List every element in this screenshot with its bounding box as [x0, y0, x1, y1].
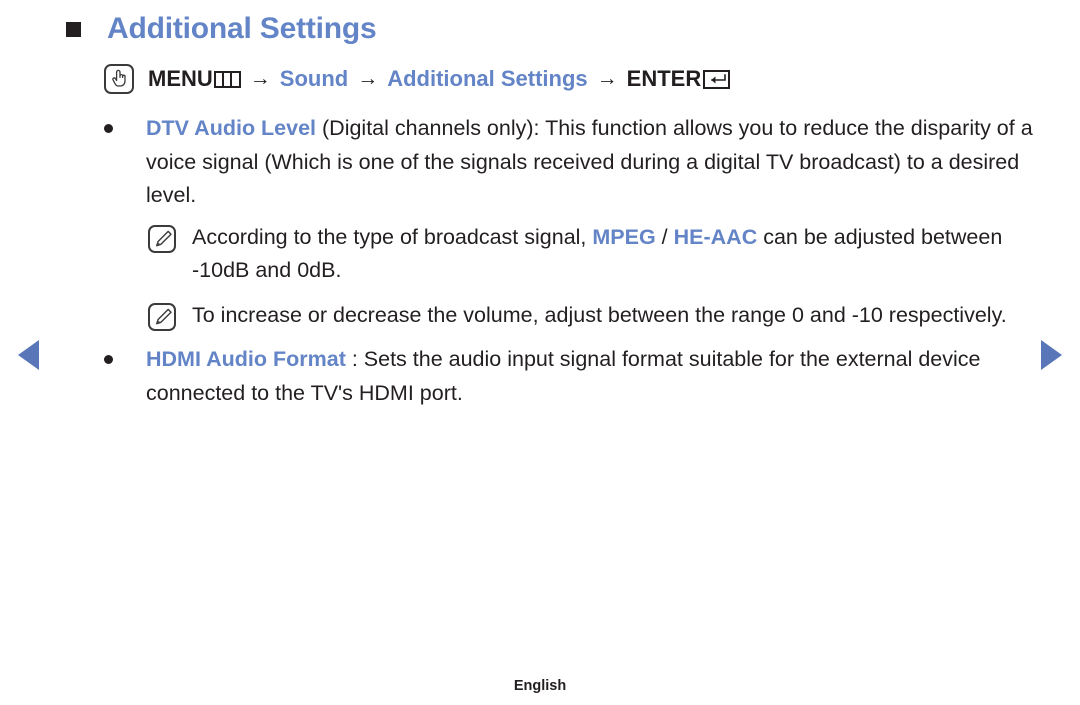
page-heading: Additional Settings [66, 14, 377, 44]
round-bullet-icon [104, 124, 113, 133]
path-arrow-1: → [249, 67, 271, 90]
note-term-separator: / [655, 224, 674, 249]
note-term-mpeg: MPEG [592, 224, 656, 249]
term-label: HDMI Audio Format [146, 347, 346, 371]
enter-label: ENTER [626, 66, 702, 91]
list-item: DTV Audio Level (Digital channels only):… [104, 112, 1034, 213]
footer-language: English [513, 678, 567, 694]
note-pencil-icon [148, 302, 176, 331]
square-bullet-icon [66, 21, 81, 37]
enter-return-icon [703, 69, 731, 89]
list-item-text: DTV Audio Level (Digital channels only):… [146, 112, 1034, 213]
menu-grid-icon [213, 70, 241, 88]
list-item-text: HDMI Audio Format : Sets the audio input… [146, 343, 1034, 410]
round-bullet-icon [104, 355, 113, 364]
arrow-right-icon[interactable] [1041, 340, 1062, 370]
menu-step-additional-settings: Additional Settings [387, 66, 588, 91]
path-arrow-3: → [596, 67, 618, 90]
menu-path-breadcrumb: MENU → Sound → Additional Settings → ENT… [104, 64, 731, 94]
note-text-before: According to the type of broadcast signa… [192, 224, 593, 249]
term-label: DTV Audio Level [146, 116, 317, 140]
note-term-heaac: HE-AAC [673, 224, 758, 249]
content-body: DTV Audio Level (Digital channels only):… [104, 112, 1034, 410]
menu-label: MENU [148, 66, 213, 91]
note-item: According to the type of broadcast signa… [148, 221, 1034, 288]
note-text: According to the type of broadcast signa… [192, 221, 1034, 288]
arrow-left-icon[interactable] [18, 340, 39, 370]
note-text: To increase or decrease the volume, adju… [192, 302, 1007, 327]
document-page: Additional Settings MENU → Sound → Addit… [0, 0, 1080, 705]
note-item: To increase or decrease the volume, adju… [148, 299, 1034, 333]
path-arrow-2: → [357, 67, 379, 90]
list-item: HDMI Audio Format : Sets the audio input… [104, 343, 1034, 410]
hand-press-icon [104, 64, 134, 94]
page-title: Additional Settings [107, 12, 377, 45]
menu-step-sound: Sound [279, 66, 349, 91]
note-pencil-icon [148, 224, 176, 253]
